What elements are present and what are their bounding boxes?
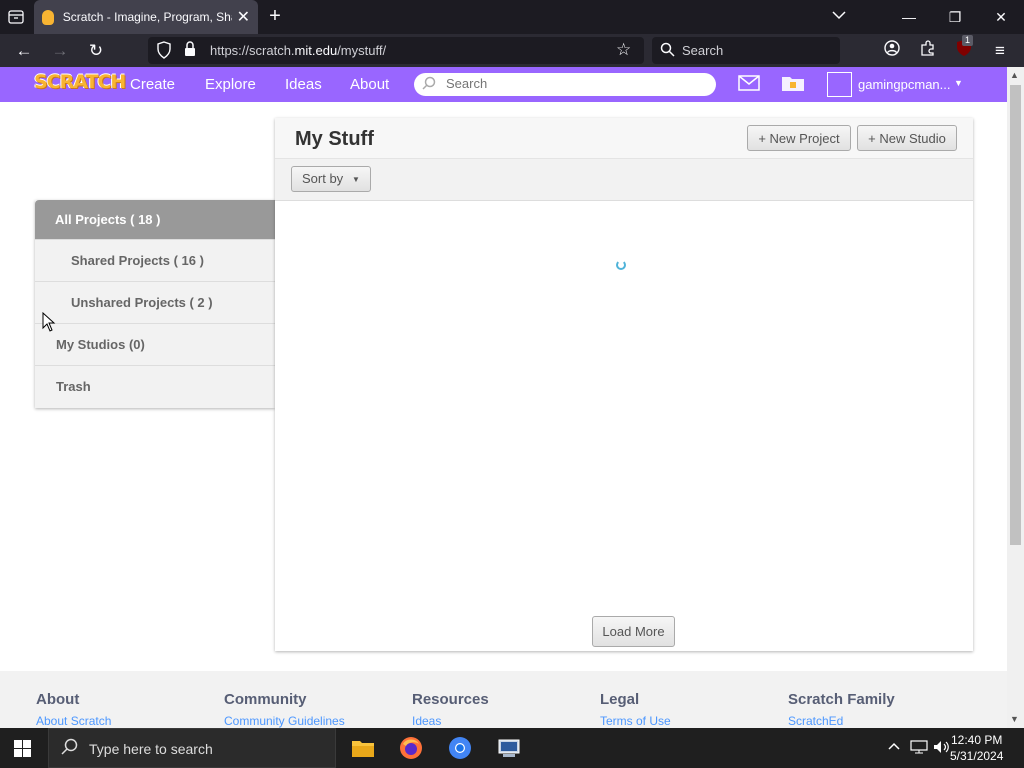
scratch-search-input[interactable] (446, 76, 706, 91)
username[interactable]: gamingpcman... (858, 77, 951, 92)
panel-toolbar: Sort by ▼ (275, 159, 973, 201)
nav-create[interactable]: Create (130, 76, 175, 93)
new-tab-icon[interactable]: + (264, 5, 286, 29)
firefox-icon[interactable] (399, 736, 423, 760)
footer-column-scratch-family: Scratch Family ScratchEd (788, 691, 895, 728)
sort-by-dropdown[interactable]: Sort by ▼ (291, 166, 371, 192)
footer-heading: Community (224, 691, 307, 708)
network-tray-icon[interactable] (910, 740, 928, 757)
footer-column-about: About About Scratch (36, 691, 111, 728)
browser-tab-bar: Scratch - Imagine, Program, Share ✕ + — … (0, 0, 1024, 34)
user-avatar[interactable] (827, 72, 852, 97)
footer-link[interactable]: ScratchEd (788, 714, 895, 728)
footer-heading: Scratch Family (788, 691, 895, 708)
extensions-puzzle-icon[interactable] (916, 39, 940, 63)
footer-link[interactable]: About Scratch (36, 714, 111, 728)
scratch-logo[interactable]: SCRATCH (34, 71, 126, 93)
tab-title: Scratch - Imagine, Program, Share (62, 10, 232, 24)
bookmark-star-icon[interactable]: ☆ (616, 40, 631, 60)
taskbar-search-box[interactable]: Type here to search (48, 728, 336, 768)
sidebar-item-trash[interactable]: Trash (35, 366, 275, 408)
windows-start-icon[interactable] (14, 740, 31, 757)
tray-chevron-up-icon[interactable] (888, 740, 900, 754)
mystuff-sidebar: All Projects ( 18 ) Shared Projects ( 16… (35, 200, 275, 408)
search-icon (422, 76, 436, 93)
footer-heading: Legal (600, 691, 640, 708)
scratch-search-box[interactable] (414, 73, 716, 96)
list-all-tabs-chevron-icon[interactable] (832, 7, 846, 23)
url-bar[interactable]: https://scratch.mit.edu/mystuff/ ☆ (148, 37, 644, 64)
scroll-down-arrow-icon[interactable]: ▼ (1010, 714, 1019, 724)
network-app-icon[interactable] (497, 736, 521, 760)
scroll-up-arrow-icon[interactable]: ▲ (1010, 70, 1019, 80)
url-prefix: https://scratch. (210, 43, 295, 58)
my-stuff-folder-icon[interactable] (781, 74, 805, 97)
footer-column-community: Community Community Guidelines (224, 691, 345, 728)
sidebar-item-all-projects[interactable]: All Projects ( 18 ) (35, 200, 275, 240)
volume-tray-icon[interactable] (933, 740, 951, 757)
loading-spinner-icon (616, 260, 626, 270)
taskbar-search-text: Type here to search (89, 741, 213, 757)
scratch-header: SCRATCH Create Explore Ideas About gamin… (0, 67, 1007, 102)
tracking-protection-shield-icon[interactable] (156, 41, 172, 62)
browser-nav-bar: ← → ↻ https://scratch.mit.edu/mystuff/ ☆… (0, 34, 1024, 67)
page-title: My Stuff (295, 128, 374, 150)
clock-date: 5/31/2024 (950, 749, 1004, 763)
taskbar-clock[interactable]: 12:40 PM 5/31/2024 (950, 732, 1003, 764)
account-icon[interactable] (880, 39, 904, 63)
sidebar-item-shared-projects[interactable]: Shared Projects ( 16 ) (35, 240, 275, 282)
sidebar-item-my-studios[interactable]: My Studios (0) (35, 324, 275, 366)
ublock-extension-icon[interactable]: 1 (952, 35, 976, 63)
footer-column-legal: Legal Terms of Use (600, 691, 671, 728)
scratch-favicon-icon (42, 9, 54, 25)
panel-header: My Stuff + New Project + New Studio (275, 118, 973, 159)
load-more-button[interactable]: Load More (592, 616, 675, 647)
footer-link[interactable]: Community Guidelines (224, 714, 345, 728)
menu-hamburger-icon[interactable]: ≡ (988, 39, 1012, 63)
back-icon[interactable]: ← (12, 39, 36, 63)
nav-ideas[interactable]: Ideas (285, 76, 322, 93)
extension-badge: 1 (962, 35, 974, 46)
nav-explore[interactable]: Explore (205, 76, 256, 93)
messages-envelope-icon[interactable] (738, 75, 760, 96)
forward-icon[interactable]: → (48, 39, 72, 63)
footer-link[interactable]: Terms of Use (600, 714, 671, 728)
page-scrollbar[interactable]: ▲ ▼ (1007, 67, 1024, 728)
site-footer: About About Scratch Community Community … (0, 671, 1007, 728)
sort-by-label: Sort by (302, 171, 344, 186)
chrome-icon[interactable] (448, 736, 472, 760)
lock-icon[interactable] (184, 41, 196, 60)
footer-heading: Resources (412, 691, 489, 708)
file-explorer-icon[interactable] (351, 736, 375, 760)
sidebar-item-unshared-projects[interactable]: Unshared Projects ( 2 ) (35, 282, 275, 324)
close-tab-icon[interactable]: ✕ (237, 7, 250, 27)
reload-icon[interactable]: ↻ (84, 39, 108, 63)
url-domain: mit.edu (294, 43, 338, 58)
windows-taskbar: Type here to search 12:40 PM 5/31/2024 (0, 728, 1024, 768)
footer-heading: About (36, 691, 80, 708)
mouse-cursor-icon (42, 311, 56, 335)
scrollbar-thumb[interactable] (1010, 85, 1021, 545)
restore-icon[interactable]: ❐ (932, 9, 978, 26)
footer-column-resources: Resources Ideas (412, 691, 489, 728)
footer-link[interactable]: Ideas (412, 714, 489, 728)
search-icon (660, 42, 675, 60)
mystuff-panel: My Stuff + New Project + New Studio Sort… (275, 118, 973, 651)
nav-about[interactable]: About (350, 76, 389, 93)
new-project-button[interactable]: + New Project (747, 125, 851, 151)
close-window-icon[interactable]: ✕ (978, 9, 1024, 26)
browser-search-placeholder: Search (682, 43, 724, 58)
user-menu-caret-icon[interactable]: ▼ (954, 78, 963, 88)
dropdown-caret-icon: ▼ (352, 175, 360, 184)
url-text[interactable]: https://scratch.mit.edu/mystuff/ (210, 43, 386, 58)
minimize-icon[interactable]: — (886, 9, 932, 25)
browser-tab-active[interactable]: Scratch - Imagine, Program, Share ✕ (34, 0, 258, 34)
tab-list-icon[interactable] (4, 5, 28, 29)
new-studio-button[interactable]: + New Studio (857, 125, 957, 151)
search-icon (61, 738, 79, 761)
clock-time: 12:40 PM (951, 733, 1003, 747)
url-path: /mystuff/ (337, 43, 387, 58)
browser-search-bar[interactable]: Search (652, 37, 840, 64)
